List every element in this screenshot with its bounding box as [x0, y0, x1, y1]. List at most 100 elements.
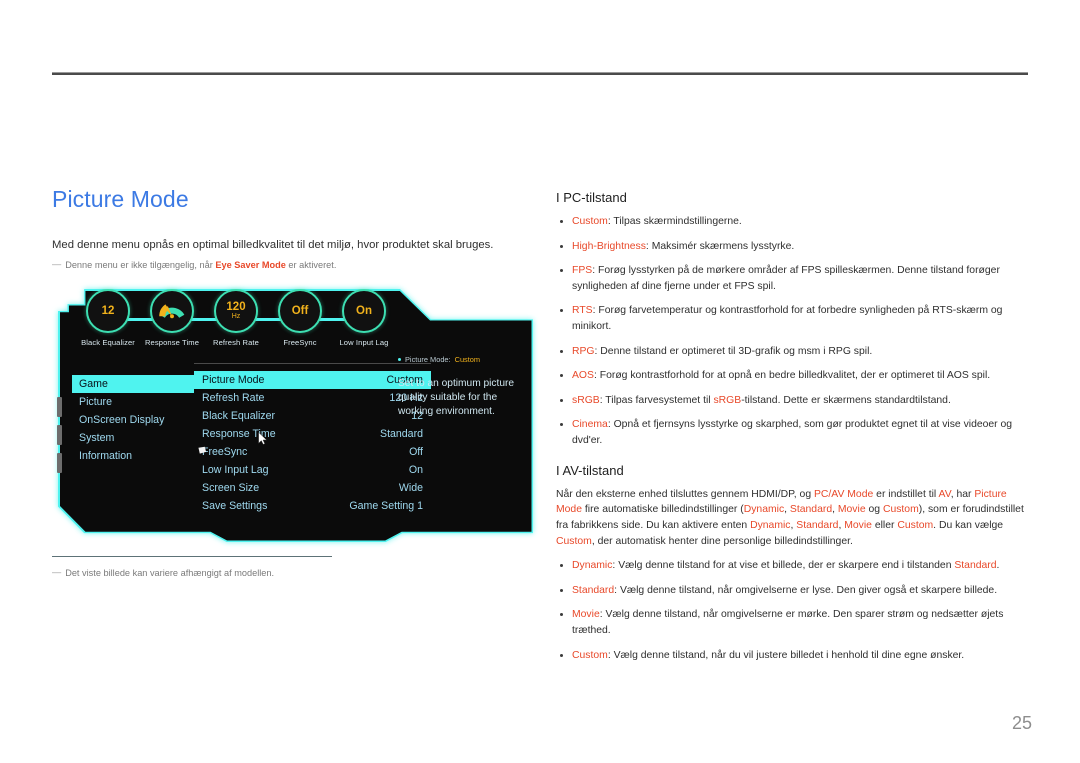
- setting-label: Black Equalizer: [202, 410, 276, 422]
- osd-setting-refresh-rate[interactable]: Refresh Rate 120 Hz: [194, 389, 431, 407]
- note-text: Denne menu er ikke tilgængelig, når Eye …: [65, 259, 336, 272]
- osd-setting-screen-size[interactable]: Screen Size Wide: [194, 479, 431, 497]
- term: Custom: [572, 649, 608, 661]
- setting-label: Refresh Rate: [202, 392, 265, 404]
- list-item: Custom: Tilpas skærmindstillingerne.: [556, 214, 1028, 230]
- list-item: Movie: Vælg denne tilstand, når omgivels…: [556, 607, 1028, 638]
- term: Dynamic: [572, 560, 613, 572]
- setting-value: On: [408, 464, 423, 476]
- osd-settings-divider: [194, 363, 431, 364]
- note-suffix: er aktiveret.: [285, 260, 337, 271]
- setting-label: Picture Mode: [202, 374, 265, 386]
- dial-value: 12: [101, 304, 115, 317]
- definition: : Vælg denne tilstand for at vise et bil…: [612, 560, 1000, 572]
- breadcrumb-label: Picture Mode:: [405, 355, 451, 364]
- page-title: Picture Mode: [52, 186, 189, 212]
- setting-label: Save Settings: [202, 500, 268, 512]
- note-dash-icon: ―: [52, 567, 62, 577]
- osd-breadcrumb: Picture Mode: Custom: [398, 355, 526, 364]
- availability-note: ― Denne menu er ikke tilgængelig, når Ey…: [52, 259, 534, 272]
- osd-category-list: Game Picture OnScreen Display System Inf…: [72, 375, 194, 465]
- setting-label: Screen Size: [202, 482, 260, 494]
- pointer-marker-icon: [198, 446, 207, 454]
- osd-dial-black-equalizer[interactable]: 12: [86, 289, 130, 333]
- definition: : Denne tilstand er optimeret til 3D-gra…: [594, 345, 873, 357]
- osd-dial-refresh-rate[interactable]: 120 Hz: [214, 289, 258, 333]
- footnote: ― Det viste billede kan variere afhængig…: [52, 567, 332, 580]
- osd-description-pane: Picture Mode: Custom Set to an optimum p…: [398, 355, 526, 419]
- definition: : Maksimér skærmens lysstyrke.: [645, 240, 795, 252]
- term: RPG: [572, 345, 595, 357]
- setting-value: Standard: [380, 428, 423, 440]
- setting-label: Low Input Lag: [202, 464, 269, 476]
- list-item: Cinema: Opnå et fjernsyns lysstyrke og s…: [556, 417, 1028, 448]
- pc-mode-heading: I PC-tilstand: [556, 190, 627, 205]
- osd-category-information[interactable]: Information: [72, 447, 194, 465]
- term: RTS: [572, 305, 593, 317]
- breadcrumb-value: Custom: [454, 355, 481, 364]
- list-item: AOS: Forøg kontrastforhold for at opnå e…: [556, 368, 1028, 384]
- term: Cinema: [572, 419, 608, 431]
- osd-description-text: Set to an optimum picture quality suitab…: [398, 378, 515, 418]
- dial-label: Low Input Lag: [339, 338, 389, 347]
- list-item: sRGB: Tilpas farvesystemet til sRGB-tils…: [556, 393, 1028, 409]
- right-column: I PC-tilstand Custom: Tilpas skærmindsti…: [556, 190, 1028, 677]
- term: High-Brightness: [572, 240, 646, 252]
- av-mode-list: Dynamic: Vælg denne tilstand for at vise…: [556, 558, 1028, 663]
- definition: : Tilpas skærmindstillingerne.: [607, 216, 742, 227]
- note-prefix: Denne menu er ikke tilgængelig, når: [65, 260, 216, 271]
- osd-category-picture[interactable]: Picture: [72, 393, 194, 411]
- mouse-cursor-icon: [258, 432, 268, 445]
- osd-dial-freesync[interactable]: Off: [278, 289, 322, 333]
- dial-value: 120: [226, 301, 246, 314]
- list-item: Custom: Vælg denne tilstand, når du vil …: [556, 648, 1028, 664]
- header-rule: [52, 72, 1028, 75]
- dial-value: Off: [291, 304, 309, 317]
- left-column: Picture Mode Med denne menu opnås en opt…: [52, 186, 534, 272]
- manual-page: Picture Mode Med denne menu opnås en opt…: [0, 0, 1080, 763]
- note-highlight: Eye Saver Mode: [215, 260, 286, 271]
- osd-side-tab: [57, 425, 62, 445]
- term: Custom: [572, 216, 608, 227]
- footnote-block: ― Det viste billede kan variere afhængig…: [52, 556, 332, 580]
- dial-unit: Hz: [231, 313, 241, 321]
- term: sRGB: [572, 394, 600, 406]
- osd-setting-save-settings[interactable]: Save Settings Game Setting 1: [194, 497, 431, 515]
- setting-value: Off: [409, 446, 423, 458]
- definition: : Forøg farvetemperatur og kontrastforho…: [572, 305, 1003, 333]
- osd-side-tab: [57, 453, 62, 473]
- term: AOS: [572, 370, 594, 382]
- setting-label: FreeSync: [202, 446, 248, 458]
- term: Movie: [572, 609, 600, 621]
- setting-value: Wide: [398, 482, 423, 494]
- definition: : Vælg denne tilstand, når omgivelserne …: [614, 584, 998, 596]
- footnote-rule: [52, 556, 332, 557]
- osd-setting-picture-mode[interactable]: Picture Mode Custom: [194, 371, 431, 389]
- osd-setting-black-equalizer[interactable]: Black Equalizer 12: [194, 407, 431, 425]
- list-item: RPG: Denne tilstand er optimeret til 3D-…: [556, 344, 1028, 360]
- osd-category-onscreen-display[interactable]: OnScreen Display: [72, 411, 194, 429]
- osd-category-game[interactable]: Game: [72, 375, 194, 393]
- av-mode-heading: I AV-tilstand: [556, 462, 624, 478]
- osd-category-system[interactable]: System: [72, 429, 194, 447]
- footnote-text: Det viste billede kan variere afhængigt …: [65, 568, 275, 578]
- list-item: FPS: Forøg lysstyrken på de mørkere områ…: [556, 263, 1028, 294]
- list-item: Dynamic: Vælg denne tilstand for at vise…: [556, 558, 1028, 574]
- intro-paragraph: Med denne menu opnås en optimal billedkv…: [52, 239, 494, 251]
- osd-setting-response-time[interactable]: Response Time Standard: [194, 425, 431, 443]
- term: FPS: [572, 265, 593, 277]
- list-item: High-Brightness: Maksimér skærmens lysst…: [556, 239, 1028, 255]
- osd-setting-freesync[interactable]: FreeSync Off: [194, 443, 431, 461]
- osd-side-tab: [57, 397, 62, 417]
- av-mode-paragraph: Når den eksterne enhed tilsluttes gennem…: [556, 488, 1024, 547]
- gauge-icon: [159, 304, 185, 319]
- osd-settings-list: Picture Mode Custom Refresh Rate 120 Hz …: [194, 363, 431, 515]
- note-dash-icon: ―: [52, 259, 62, 270]
- osd-dial-low-input-lag[interactable]: On: [342, 289, 386, 333]
- list-item: Standard: Vælg denne tilstand, når omgiv…: [556, 583, 1028, 599]
- osd-setting-low-input-lag[interactable]: Low Input Lag On: [194, 461, 431, 479]
- osd-illustration: 12 Black Equalizer Response Time 120 Hz …: [57, 289, 533, 542]
- term: Standard: [572, 584, 615, 596]
- dial-value: On: [356, 304, 372, 317]
- osd-dial-response-time[interactable]: [150, 289, 194, 333]
